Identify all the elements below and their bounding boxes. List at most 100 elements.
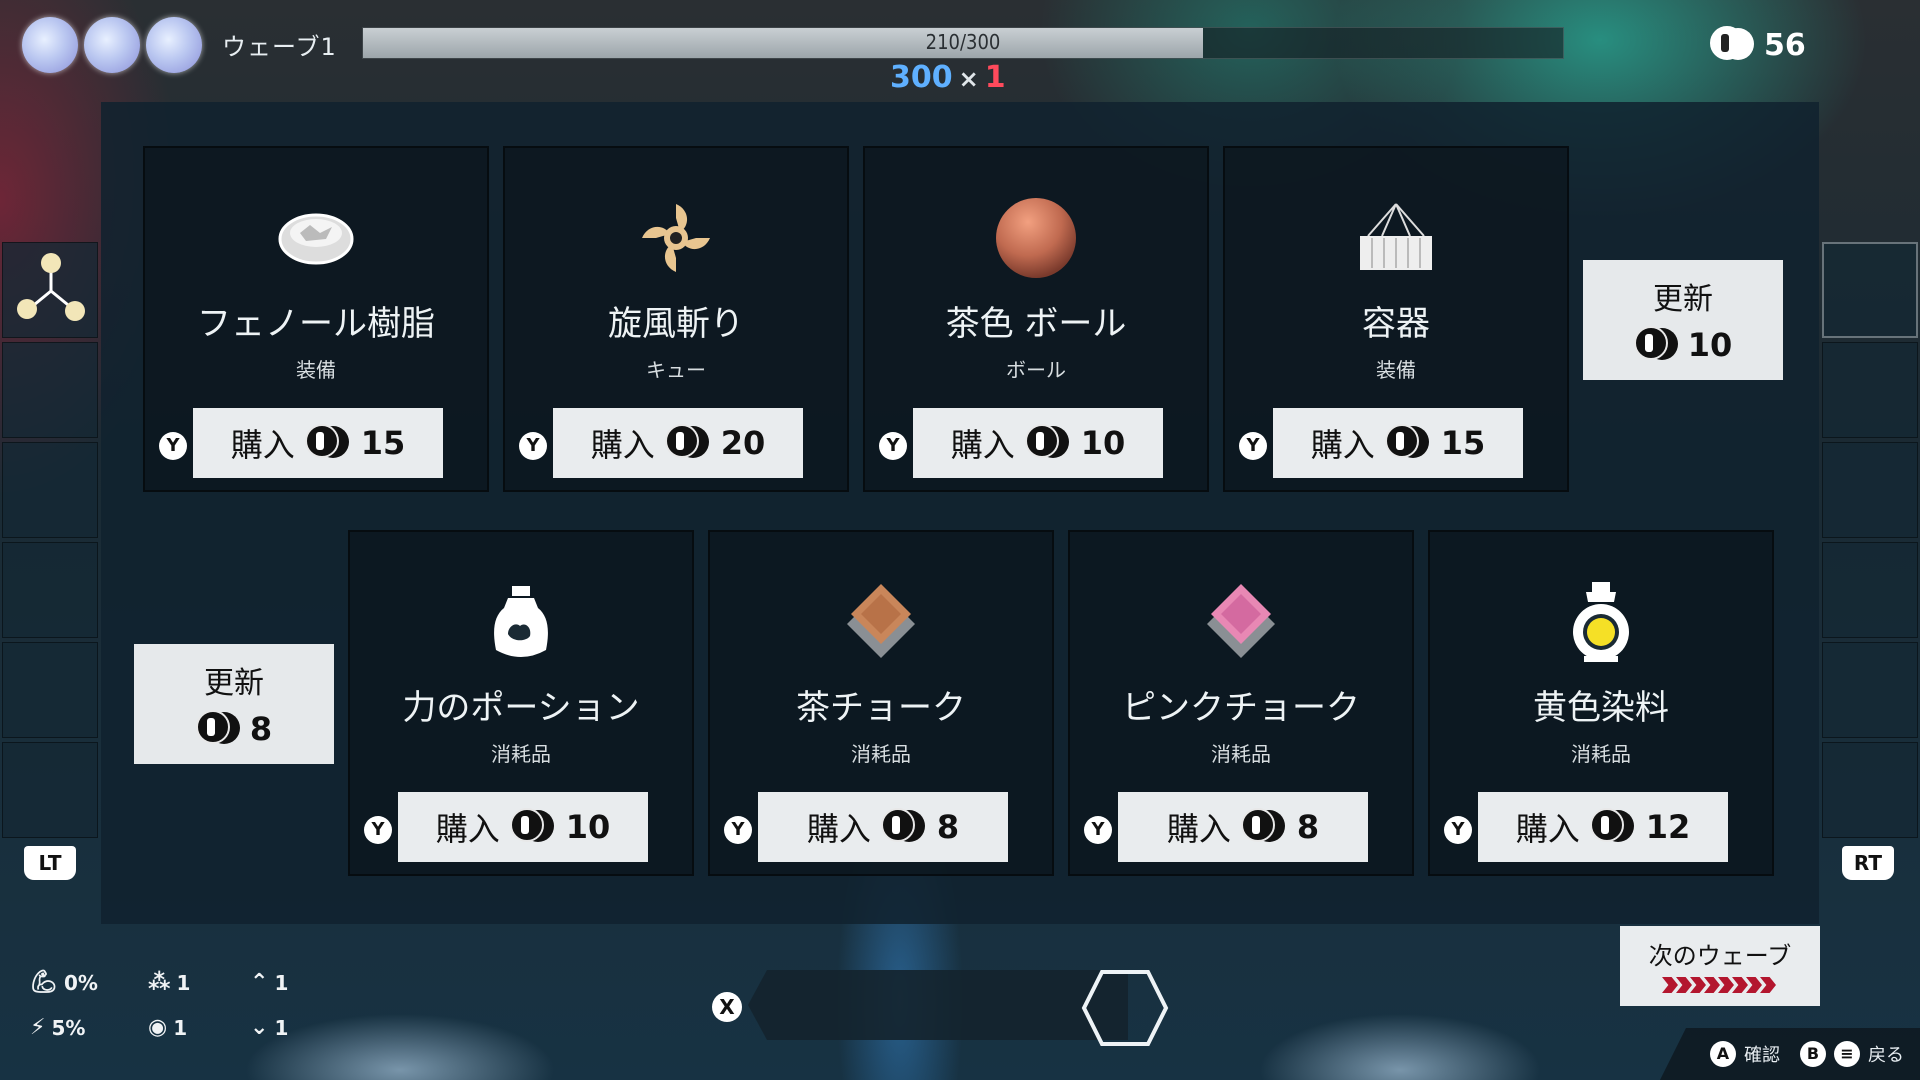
rt-tab-button[interactable]: RT xyxy=(1842,846,1894,880)
wave-progress-bar: 210/300 xyxy=(362,27,1564,59)
a-button-icon: A xyxy=(1710,1041,1736,1067)
item-name: ピンクチョーク xyxy=(1122,688,1360,728)
shop-card[interactable]: フェノール樹脂 装備 Y 購入 15 xyxy=(143,146,489,492)
confirm-label[interactable]: 確認 xyxy=(1744,1041,1780,1067)
item-category: 消耗品 xyxy=(491,742,551,766)
shop-card[interactable]: ピンクチョーク 消耗品 Y 購入 8 xyxy=(1068,530,1414,876)
coin-icon xyxy=(1384,424,1431,462)
right-slot[interactable] xyxy=(1822,442,1918,538)
buy-label: 購入 xyxy=(950,426,1015,464)
shop-card[interactable]: 茶チョーク 消耗品 Y 購入 8 xyxy=(708,530,1054,876)
pink-chalk-icon xyxy=(1070,582,1412,662)
shop-card[interactable]: 力のポーション 消耗品 Y 購入 10 xyxy=(348,530,694,876)
coin-icon xyxy=(1024,424,1071,462)
right-slot[interactable] xyxy=(1822,342,1918,438)
stat-vision-value: 1 xyxy=(173,1015,188,1040)
right-slot[interactable] xyxy=(1822,642,1918,738)
item-price: 8 xyxy=(936,808,960,846)
item-category: 消耗品 xyxy=(1571,742,1631,766)
buy-button[interactable]: 購入 10 xyxy=(913,408,1163,478)
buy-button[interactable]: 購入 15 xyxy=(1273,408,1523,478)
item-name: 黄色染料 xyxy=(1533,688,1669,728)
buy-button[interactable]: 購入 8 xyxy=(758,792,1008,862)
shop-card[interactable]: 旋風斬り キュー Y 購入 20 xyxy=(503,146,849,492)
item-name: 茶チョーク xyxy=(796,688,966,728)
buy-button[interactable]: 購入 12 xyxy=(1478,792,1728,862)
left-slot[interactable] xyxy=(2,442,98,538)
money-display: 56 xyxy=(1710,26,1806,64)
right-slot[interactable] xyxy=(1822,542,1918,638)
coin-icon xyxy=(664,424,711,462)
chevron-down-icon: ⌄ xyxy=(250,1015,269,1040)
life-orb-3 xyxy=(146,17,202,73)
coin-icon xyxy=(1240,808,1287,846)
shop-card[interactable]: 黄色染料 消耗品 Y 購入 12 xyxy=(1428,530,1774,876)
buy-label: 購入 xyxy=(590,426,655,464)
combo-times: × xyxy=(958,65,979,93)
hexagon-icon[interactable] xyxy=(1080,966,1170,1050)
stat-down-value: 1 xyxy=(274,1015,289,1040)
wave-progress-text: 210/300 xyxy=(925,30,1001,54)
coin-icon xyxy=(1710,26,1756,64)
menu-icon: ≡ xyxy=(1834,1041,1860,1067)
coin-icon xyxy=(880,808,927,846)
x-button-icon[interactable]: X xyxy=(712,992,742,1022)
item-price: 10 xyxy=(1080,424,1126,462)
y-button-icon: Y xyxy=(364,816,392,844)
buy-label: 購入 xyxy=(230,426,295,464)
brown-chalk-icon xyxy=(710,582,1052,662)
stat-strength: 💪︎ 0% xyxy=(30,970,98,995)
item-price: 12 xyxy=(1645,808,1691,846)
back-label[interactable]: 戻る xyxy=(1868,1041,1904,1067)
coin-icon xyxy=(509,808,556,846)
button-hints: A 確認 B ≡ 戻る xyxy=(1660,1028,1920,1080)
life-orb-1 xyxy=(22,17,78,73)
item-price: 15 xyxy=(1440,424,1486,462)
item-price: 20 xyxy=(720,424,766,462)
money-amount: 56 xyxy=(1764,27,1806,63)
coin-icon xyxy=(1633,326,1680,364)
item-price: 10 xyxy=(565,808,611,846)
whirlwind-icon xyxy=(505,198,847,278)
stat-balls: ⁂ 1 xyxy=(148,970,190,995)
item-category: ボール xyxy=(1006,358,1066,382)
buy-label: 購入 xyxy=(1515,810,1580,848)
next-wave-label: 次のウェーブ xyxy=(1648,942,1792,970)
chevron-up-icon: ⌃ xyxy=(250,970,269,995)
ball-cluster-icon xyxy=(17,253,85,321)
left-slot[interactable] xyxy=(2,242,98,338)
stat-balls-value: 1 xyxy=(176,970,191,995)
refresh-price: 10 xyxy=(1687,326,1733,364)
buy-button[interactable]: 購入 20 xyxy=(553,408,803,478)
item-category: 装備 xyxy=(1376,358,1416,382)
item-name: 旋風斬り xyxy=(608,304,744,344)
shop-card[interactable]: 容器 装備 Y 購入 15 xyxy=(1223,146,1569,492)
y-button-icon: Y xyxy=(1444,816,1472,844)
lightning-icon: ⚡︎ xyxy=(30,1015,46,1040)
disc-item-icon xyxy=(145,198,487,278)
left-slot[interactable] xyxy=(2,642,98,738)
left-slot[interactable] xyxy=(2,342,98,438)
wave-label: ウェーブ1 xyxy=(222,33,337,61)
item-price: 8 xyxy=(1296,808,1320,846)
stat-speed-value: 5% xyxy=(51,1015,86,1040)
buy-button[interactable]: 購入 15 xyxy=(193,408,443,478)
item-category: キュー xyxy=(646,358,706,382)
lt-tab-button[interactable]: LT xyxy=(24,846,76,880)
combo-display: 300 × 1 xyxy=(890,60,1006,95)
refresh-price: 8 xyxy=(249,710,273,748)
left-slot[interactable] xyxy=(2,742,98,838)
next-wave-button[interactable]: 次のウェーブ xyxy=(1620,926,1820,1006)
left-slot[interactable] xyxy=(2,542,98,638)
b-button-icon: B xyxy=(1800,1041,1826,1067)
refresh-button-top[interactable]: 更新 10 xyxy=(1583,260,1783,380)
right-slot[interactable] xyxy=(1822,242,1918,338)
shop-card[interactable]: 茶色 ボール ボール Y 購入 10 xyxy=(863,146,1209,492)
buy-button[interactable]: 購入 10 xyxy=(398,792,648,862)
refresh-button-bottom[interactable]: 更新 8 xyxy=(134,644,334,764)
right-slot[interactable] xyxy=(1822,742,1918,838)
buy-button[interactable]: 購入 8 xyxy=(1118,792,1368,862)
eye-icon: ◉ xyxy=(148,1015,168,1040)
life-orb-2 xyxy=(84,17,140,73)
refresh-label: 更新 xyxy=(204,666,264,701)
